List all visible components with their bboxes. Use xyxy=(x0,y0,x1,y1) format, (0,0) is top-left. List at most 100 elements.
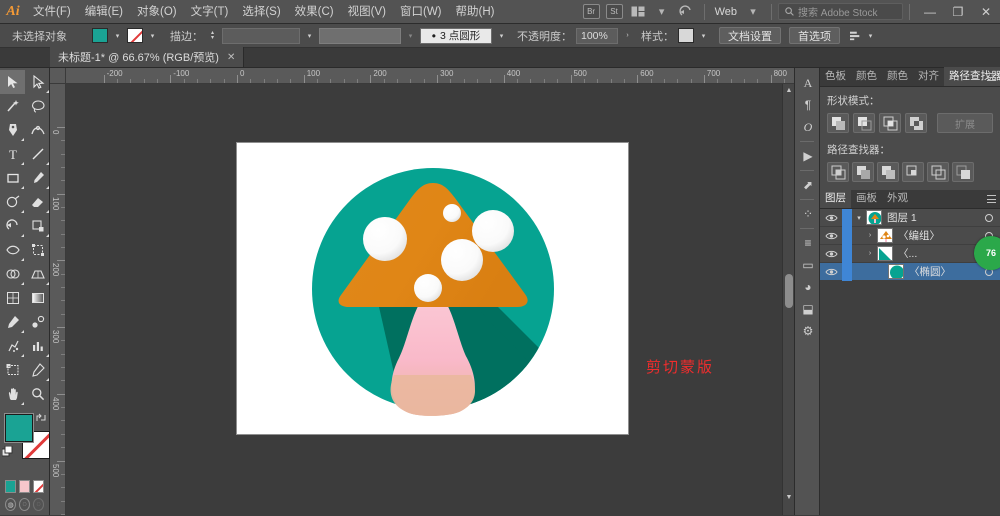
ruler-corner[interactable] xyxy=(50,68,66,84)
bridge-icon[interactable]: Br xyxy=(583,4,600,19)
scrollbar-thumb[interactable] xyxy=(785,274,793,308)
edit-column[interactable] xyxy=(842,245,852,263)
arrange-documents-icon[interactable] xyxy=(628,3,648,21)
eraser-tool[interactable] xyxy=(25,190,50,214)
minus-back-button[interactable] xyxy=(952,162,974,182)
menu-help[interactable]: 帮助(H) xyxy=(449,0,502,24)
tab-appearance[interactable]: 外观 xyxy=(882,189,913,208)
canvas-vertical-scrollbar[interactable]: ▲ ▼ xyxy=(782,84,794,515)
layer-row[interactable]: 〈椭圆〉 xyxy=(820,263,1000,281)
selection-tool[interactable] xyxy=(0,70,25,94)
sync-settings-icon[interactable] xyxy=(676,3,696,21)
horizontal-ruler[interactable]: -200-1000100200300400500600700800 xyxy=(66,68,794,84)
opacity-chevron-icon[interactable]: › xyxy=(622,28,633,43)
shaper-tool[interactable] xyxy=(0,190,25,214)
tab-color-guide[interactable]: 颜色 xyxy=(882,67,913,86)
workspace-chevron-down-icon[interactable]: ▾ xyxy=(743,3,763,21)
unite-button[interactable] xyxy=(827,113,849,133)
layer-row[interactable]: ▾图层 1 xyxy=(820,209,1000,227)
character-panel-icon[interactable]: A xyxy=(795,72,821,94)
hand-tool[interactable] xyxy=(0,382,25,406)
intersect-button[interactable] xyxy=(879,113,901,133)
stroke-panel-icon[interactable]: ≡ xyxy=(795,232,821,254)
document-setup-button[interactable]: 文档设置 xyxy=(719,27,781,44)
canvas-area[interactable]: 剪切蒙版 ▲ ▼ xyxy=(66,84,794,515)
graphic-styles-panel-icon[interactable]: ⚙ xyxy=(795,320,821,342)
paintbrush-tool[interactable] xyxy=(25,166,50,190)
expand-button[interactable]: 扩展 xyxy=(937,113,993,133)
symbol-sprayer-tool[interactable] xyxy=(0,334,25,358)
eye-icon[interactable] xyxy=(820,231,842,241)
scale-tool[interactable] xyxy=(25,214,50,238)
stroke-weight-stepper[interactable]: ▴▾ xyxy=(207,28,218,43)
layer-name[interactable]: 〈编组〉 xyxy=(898,228,978,243)
menu-select[interactable]: 选择(S) xyxy=(235,0,287,24)
stroke-chevron-down-icon[interactable]: ▾ xyxy=(147,28,158,43)
stroke-profile-input[interactable] xyxy=(319,28,401,44)
direct-selection-tool[interactable] xyxy=(25,70,50,94)
restore-button[interactable]: ❐ xyxy=(944,0,972,24)
fill-color-swatch[interactable] xyxy=(92,28,108,43)
color-button[interactable] xyxy=(5,480,16,493)
minus-front-button[interactable] xyxy=(853,113,875,133)
lasso-tool[interactable] xyxy=(25,94,50,118)
draw-normal-icon[interactable]: ◍ xyxy=(5,498,16,511)
artboard-tool[interactable] xyxy=(0,358,25,382)
tab-color[interactable]: 颜色 xyxy=(851,67,882,86)
close-icon[interactable]: ✕ xyxy=(227,52,235,63)
stroke-profile-chevron-down-icon[interactable]: ▾ xyxy=(405,28,416,43)
free-transform-tool[interactable] xyxy=(25,238,50,262)
mushroom-icon-artwork[interactable] xyxy=(237,143,628,434)
minimize-button[interactable]: — xyxy=(916,0,944,24)
menu-edit[interactable]: 编辑(E) xyxy=(78,0,130,24)
chevron-right-icon[interactable]: › xyxy=(863,232,877,239)
tab-swatches[interactable]: 色板 xyxy=(820,67,851,86)
align-chevron-down-icon[interactable]: ▾ xyxy=(865,28,876,43)
menu-view[interactable]: 视图(V) xyxy=(341,0,393,24)
rectangle-tool[interactable] xyxy=(0,166,25,190)
eye-icon[interactable] xyxy=(820,213,842,223)
graphic-style-swatch[interactable] xyxy=(678,28,694,43)
close-button[interactable]: ✕ xyxy=(972,0,1000,24)
menu-window[interactable]: 窗口(W) xyxy=(393,0,449,24)
stroke-color-swatch[interactable] xyxy=(127,28,143,43)
gradient-panel-icon[interactable]: ▭ xyxy=(795,254,821,276)
trim-button[interactable] xyxy=(852,162,874,182)
layer-name[interactable]: 〈... xyxy=(898,246,978,261)
symbols-panel-icon[interactable]: ⁘ xyxy=(795,203,821,225)
stock-search-input[interactable]: 搜索 Adobe Stock xyxy=(778,3,903,20)
tab-align[interactable]: 对齐 xyxy=(913,67,944,86)
stock-icon[interactable]: St xyxy=(606,4,623,19)
layer-name[interactable]: 〈椭圆〉 xyxy=(909,264,978,279)
crop-button[interactable] xyxy=(902,162,924,182)
exclude-button[interactable] xyxy=(905,113,927,133)
slice-tool[interactable] xyxy=(25,358,50,382)
eye-icon[interactable] xyxy=(820,267,842,277)
workspace-label[interactable]: Web xyxy=(711,6,741,18)
actions-panel-icon[interactable]: ▶ xyxy=(795,145,821,167)
divide-button[interactable] xyxy=(827,162,849,182)
menu-object[interactable]: 对象(O) xyxy=(130,0,184,24)
width-tool[interactable] xyxy=(0,238,25,262)
panel-menu-icon[interactable] xyxy=(987,195,996,203)
scroll-up-icon[interactable]: ▲ xyxy=(783,84,794,96)
blend-tool[interactable] xyxy=(25,310,50,334)
preferences-button[interactable]: 首选项 xyxy=(789,27,840,44)
rotate-tool[interactable] xyxy=(0,214,25,238)
document-tab[interactable]: 未标题-1* @ 66.67% (RGB/预览) ✕ xyxy=(50,47,244,67)
swap-fill-stroke-icon[interactable] xyxy=(35,412,47,424)
none-button[interactable] xyxy=(33,480,44,493)
brush-chevron-down-icon[interactable]: ▾ xyxy=(496,28,507,43)
type-tool[interactable]: T xyxy=(0,142,25,166)
chevron-down-icon[interactable]: ▾ xyxy=(852,214,866,222)
layer-row[interactable]: ›〈... xyxy=(820,245,1000,263)
tab-artboards[interactable]: 画板 xyxy=(851,189,882,208)
draw-behind-icon[interactable]: ◌ xyxy=(19,498,30,511)
artboard[interactable] xyxy=(237,143,628,434)
menu-file[interactable]: 文件(F) xyxy=(26,0,78,24)
stroke-weight-chevron-down-icon[interactable]: ▾ xyxy=(304,28,315,43)
scroll-down-icon[interactable]: ▼ xyxy=(783,491,794,503)
eye-icon[interactable] xyxy=(820,249,842,259)
align-to-icon[interactable] xyxy=(850,28,861,43)
merge-button[interactable] xyxy=(877,162,899,182)
